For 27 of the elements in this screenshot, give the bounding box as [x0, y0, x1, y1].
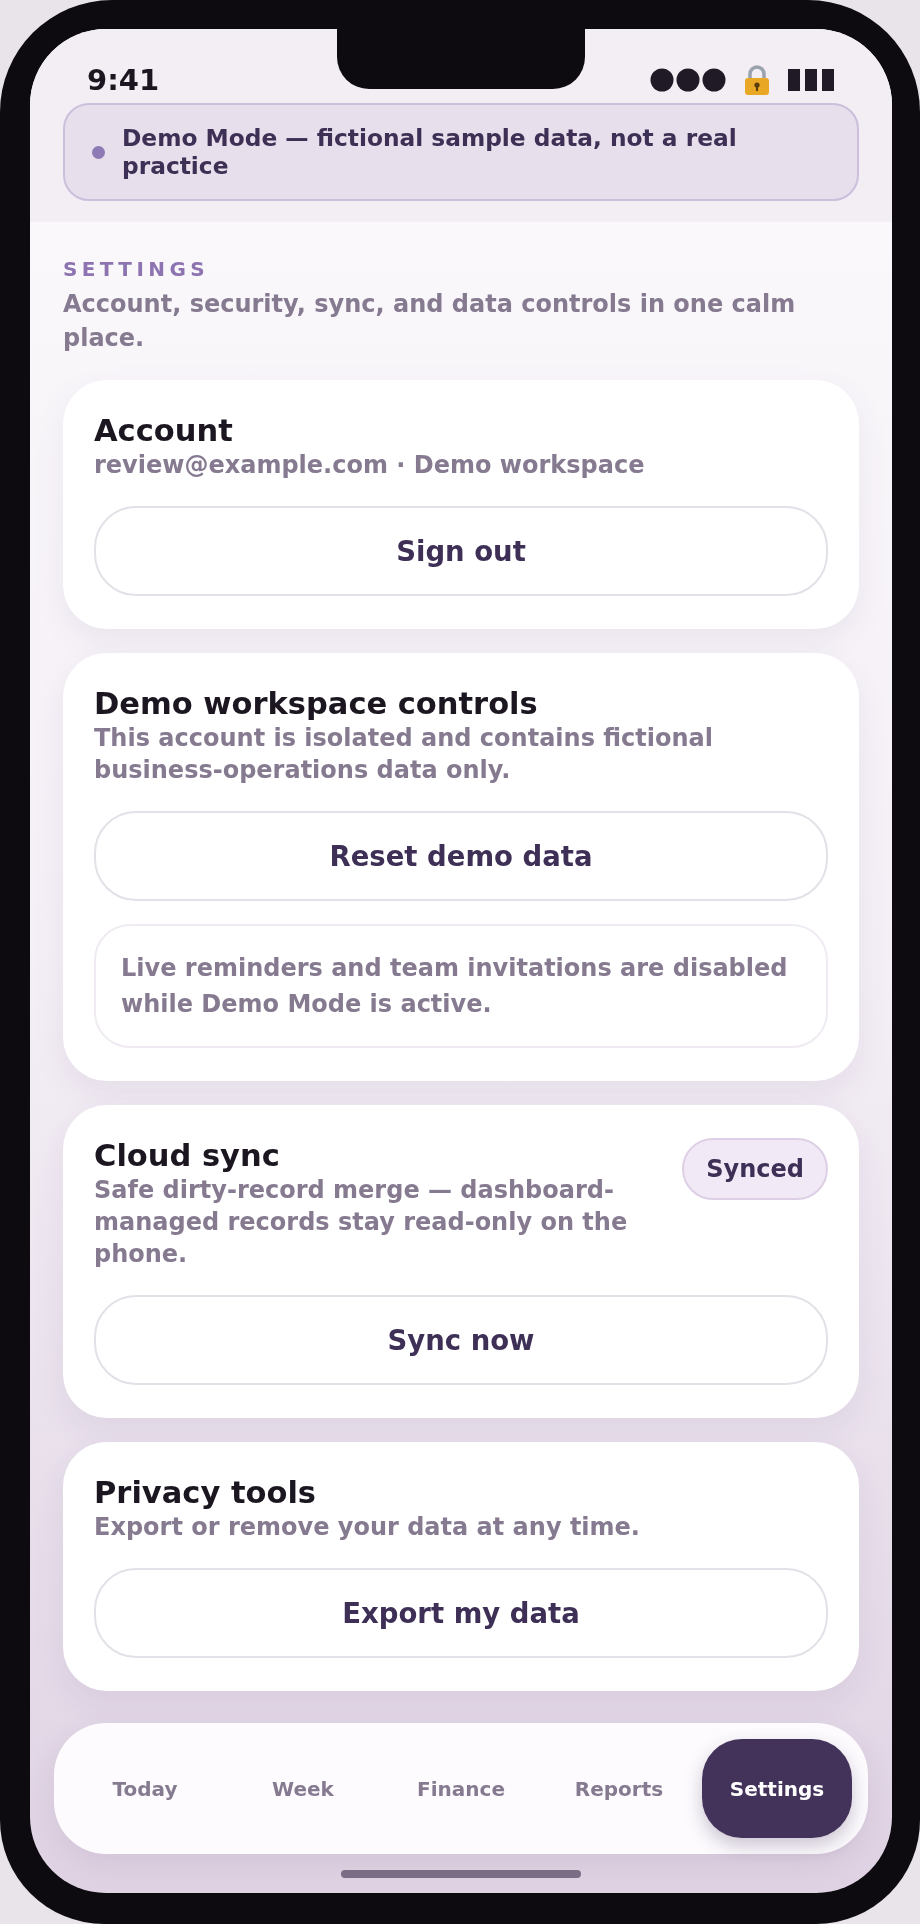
card-description: review@example.com · Demo workspace [94, 450, 645, 481]
lock-icon [742, 65, 772, 95]
status-dot-icon [92, 145, 105, 159]
action-button[interactable]: Export my data [94, 1568, 828, 1658]
action-button[interactable]: Sign out [94, 506, 828, 596]
tab-item[interactable]: Reports [544, 1739, 694, 1838]
tab-item[interactable]: Settings [702, 1739, 852, 1838]
tab-item[interactable]: Week [228, 1739, 378, 1838]
card-title: Cloud sync [94, 1138, 280, 1174]
battery-bars-icon [788, 69, 834, 91]
section-label: SETTINGS [63, 256, 209, 282]
card-title: Account [94, 413, 233, 449]
card-description: Export or remove your data at any time. [94, 1512, 640, 1543]
tab-item[interactable]: Today [70, 1739, 220, 1838]
info-note: Live reminders and team invitations are disabled while Demo Mode is active. [94, 924, 828, 1048]
signal-dots-icon [650, 68, 726, 92]
status-time: 9:41 [87, 63, 160, 97]
card-title: Privacy tools [94, 1475, 316, 1511]
action-button[interactable]: Sync now [94, 1295, 828, 1385]
sync-status-pill: Synced [682, 1138, 828, 1200]
tab-item[interactable]: Finance [386, 1739, 536, 1838]
banner-text: Demo Mode — fictional sample data, not a real practice [122, 124, 738, 180]
card-title: Demo workspace controls [94, 686, 538, 722]
card-description: This account is isolated and contains fictional business-operations data only. [94, 723, 714, 786]
action-button[interactable]: Reset demo data [94, 811, 828, 901]
card-description: Safe dirty-record merge — dashboard-managed records stay read-only on the phone. [94, 1175, 629, 1270]
page-subtitle: Account, security, sync, and data controls in one calm place. [63, 289, 797, 354]
